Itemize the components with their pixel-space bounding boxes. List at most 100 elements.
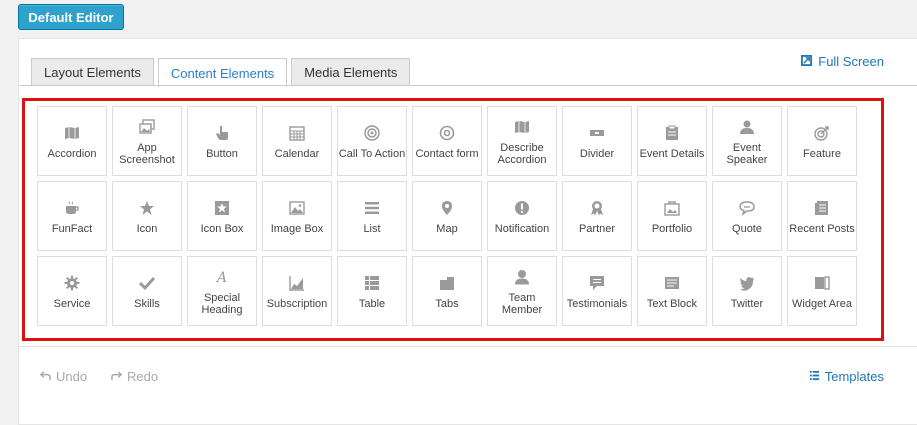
map-pin-icon [436,197,458,219]
full-screen-label: Full Screen [818,54,884,69]
posts-icon [811,197,833,219]
element-portfolio[interactable]: Portfolio [637,181,707,251]
element-twitter[interactable]: Twitter [712,256,782,326]
text-block-icon [661,272,683,294]
redo-icon [111,369,123,384]
element-label: Icon Box [200,223,244,235]
element-partner[interactable]: Partner [562,181,632,251]
bullseye-icon [811,122,833,144]
element-label: Partner [578,223,616,235]
element-label: Tabs [435,298,459,310]
element-label: Team Member [501,292,543,316]
fullscreen-icon [801,54,813,69]
element-table[interactable]: Table [337,256,407,326]
element-label: Special Heading [201,292,243,316]
element-tabs: Layout Elements Content Elements Media E… [31,58,411,87]
star-box-icon [211,197,233,219]
element-label: Testimonials [566,298,628,310]
element-icon[interactable]: Icon [112,181,182,251]
element-calendar[interactable]: Calendar [262,106,332,176]
divider-icon [586,122,608,144]
picture-icon [286,197,308,219]
alert-icon [511,197,533,219]
user-icon [736,116,758,138]
templates-icon [809,369,820,384]
element-label: Event Details [639,148,705,160]
element-label: List [363,223,381,235]
element-app-screenshot[interactable]: App Screenshot [112,106,182,176]
element-recent-posts[interactable]: Recent Posts [787,181,857,251]
element-label: Calendar [274,148,320,160]
widget-icon [811,272,833,294]
element-funfact[interactable]: FunFact [37,181,107,251]
element-label: Map [436,223,458,235]
award-icon [586,197,608,219]
element-label: Quote [732,223,762,235]
element-label: App Screenshot [119,142,175,166]
element-call-to-action[interactable]: Call To Action [337,106,407,176]
element-team-member[interactable]: Team Member [487,256,557,326]
table-icon [361,272,383,294]
element-label: Contact form [415,148,479,160]
pointer-hand-icon [211,122,233,144]
element-list[interactable]: List [337,181,407,251]
element-label: Table [358,298,386,310]
element-label: Skills [134,298,160,310]
element-notification[interactable]: Notification [487,181,557,251]
undo-button[interactable]: Undo [39,369,88,384]
gear-icon [61,272,83,294]
element-label: Icon [136,223,158,235]
element-text-block[interactable]: Text Block [637,256,707,326]
element-testimonials[interactable]: Testimonials [562,256,632,326]
clipboard-icon [661,122,683,144]
default-editor-button[interactable]: Default Editor [18,4,124,30]
element-label: Image Box [270,223,324,235]
footer-divider [19,346,917,347]
element-widget-area[interactable]: Widget Area [787,256,857,326]
check-icon [136,272,158,294]
element-label: Twitter [730,298,764,310]
element-label: FunFact [51,223,93,235]
element-label: Describe Accordion [497,142,547,166]
element-service[interactable]: Service [37,256,107,326]
person-icon [511,266,533,288]
tab-content-elements[interactable]: Content Elements [157,58,288,87]
element-grid: Accordion App Screenshot Button Calendar Cal… [37,106,857,326]
tab-layout-elements[interactable]: Layout Elements [31,58,154,86]
element-accordion[interactable]: Accordion [37,106,107,176]
element-contact-form[interactable]: Contact form [412,106,482,176]
element-quote[interactable]: Quote [712,181,782,251]
coffee-icon [61,197,83,219]
element-special-heading[interactable]: A Special Heading [187,256,257,326]
calendar-icon [286,122,308,144]
element-subscription[interactable]: Subscription [262,256,332,326]
element-label: Accordion [47,148,97,160]
element-label: Event Speaker [726,142,768,166]
chat-bubble-icon [736,197,758,219]
element-label: Widget Area [792,298,852,310]
element-map[interactable]: Map [412,181,482,251]
redo-button[interactable]: Redo [111,369,158,384]
undo-label: Undo [56,369,88,384]
at-icon [436,122,458,144]
tab-media-elements[interactable]: Media Elements [291,58,411,86]
list-icon [361,197,383,219]
element-button[interactable]: Button [187,106,257,176]
element-event-details[interactable]: Event Details [637,106,707,176]
templates-button[interactable]: Templates [809,369,884,384]
tabs-icon [436,272,458,294]
element-label: Button [206,148,238,160]
element-tabs[interactable]: Tabs [412,256,482,326]
element-skills[interactable]: Skills [112,256,182,326]
element-label: Text Block [646,298,698,310]
element-image-box[interactable]: Image Box [262,181,332,251]
element-icon-box[interactable]: Icon Box [187,181,257,251]
script-a-icon: A [211,266,233,288]
element-feature[interactable]: Feature [787,106,857,176]
element-event-speaker[interactable]: Event Speaker [712,106,782,176]
svg-text:A: A [215,270,227,285]
full-screen-button[interactable]: Full Screen [801,54,884,69]
element-divider[interactable]: Divider [562,106,632,176]
target-icon [361,122,383,144]
element-describe-accordion[interactable]: Describe Accordion [487,106,557,176]
